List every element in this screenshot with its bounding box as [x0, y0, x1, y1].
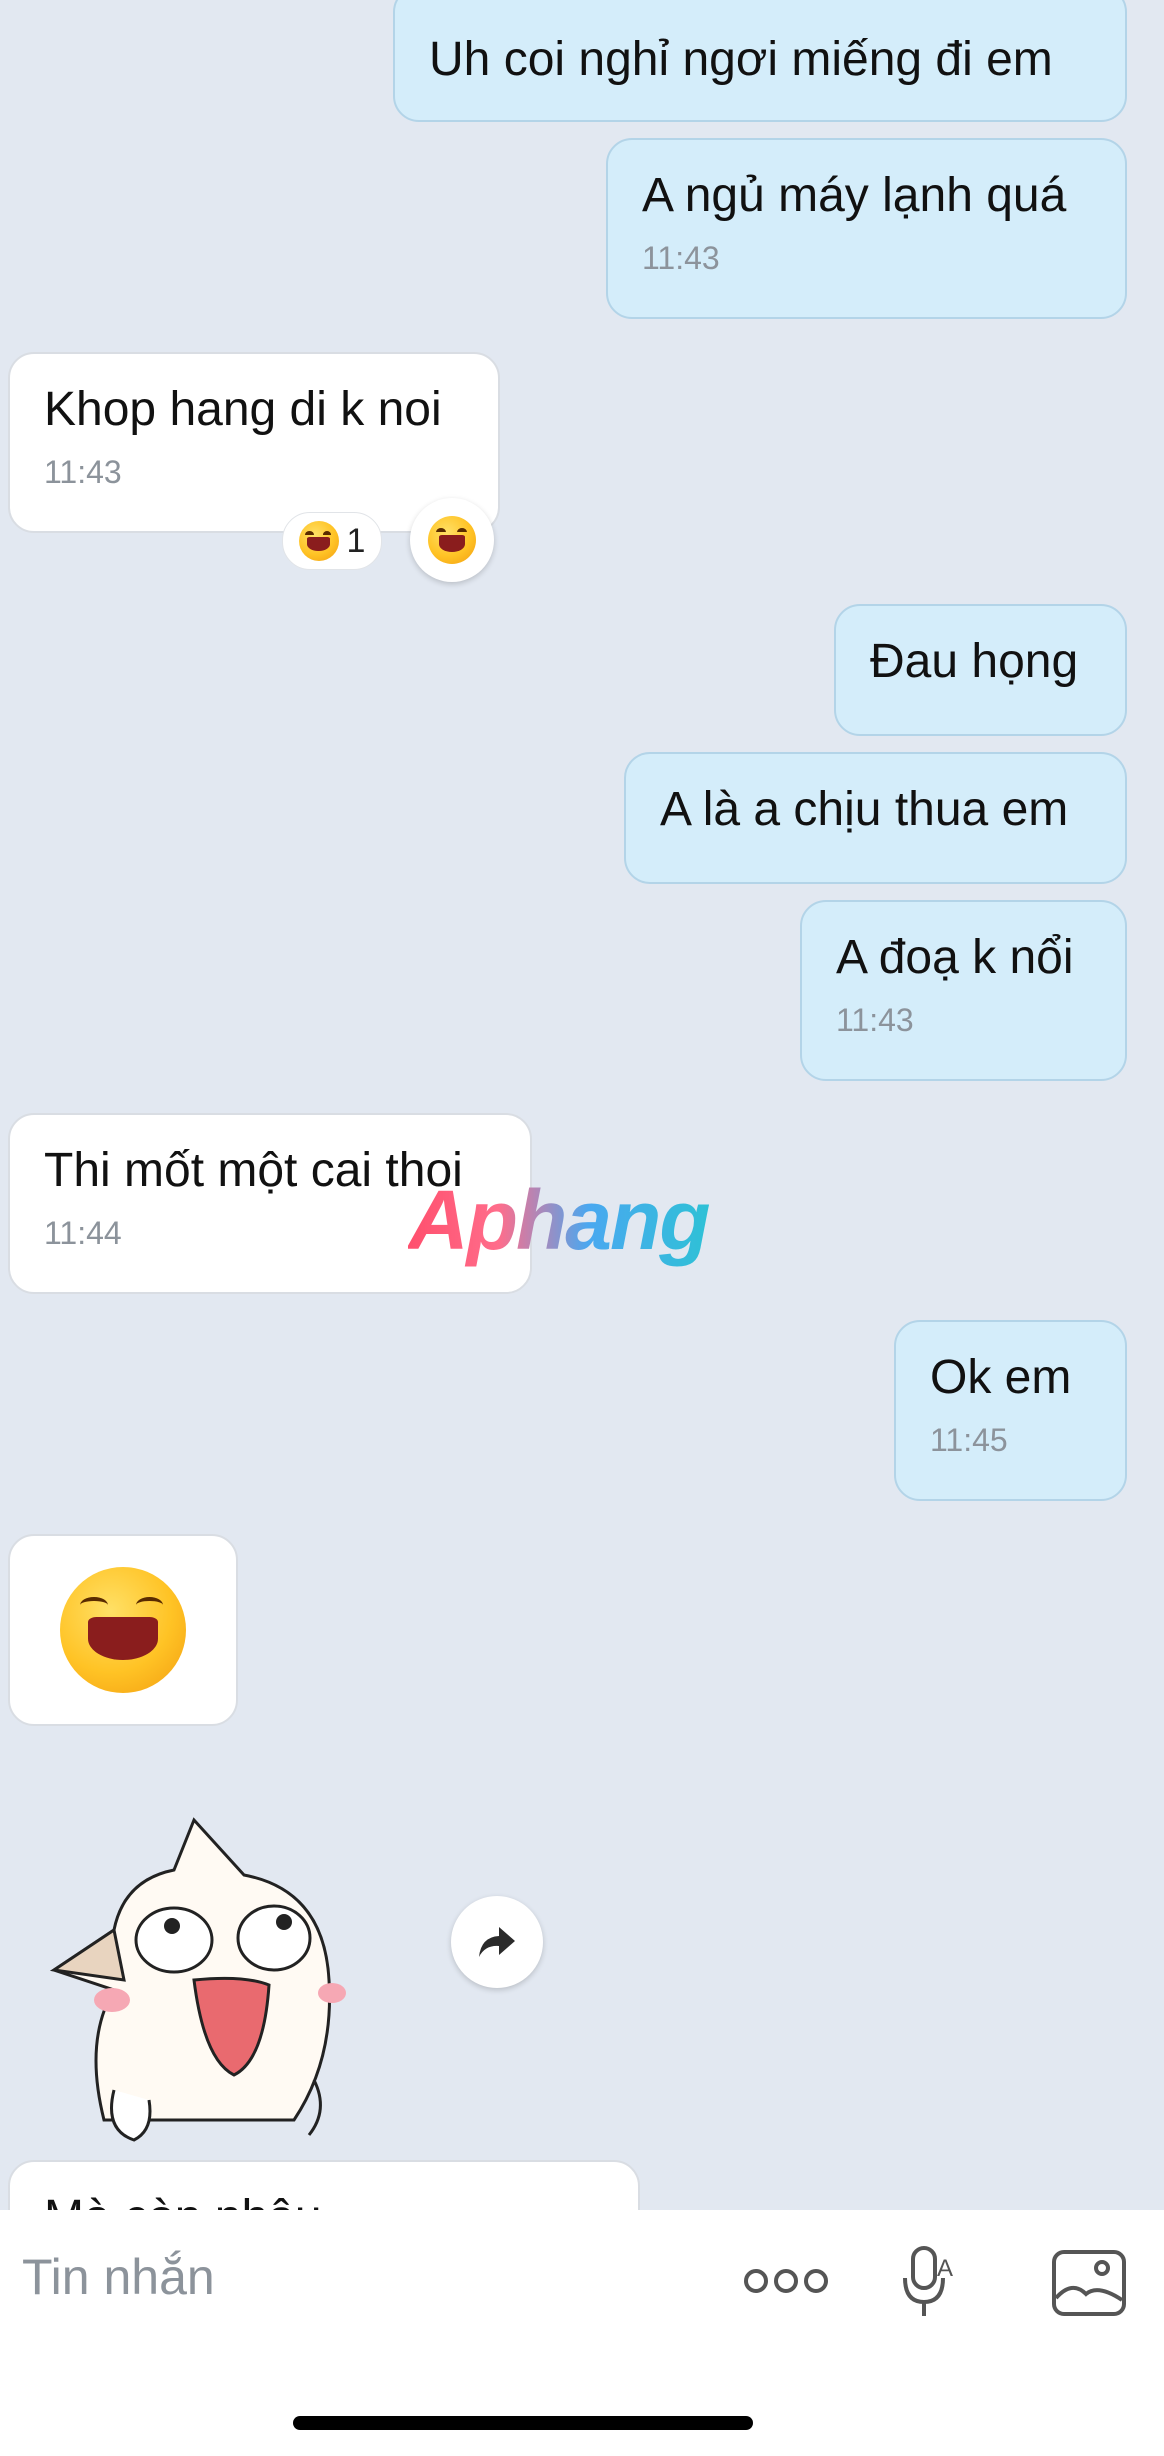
forward-arrow-icon: [479, 1927, 515, 1957]
message-text: Ok em: [930, 1351, 1072, 1404]
emoji-message[interactable]: [8, 1534, 238, 1726]
chat-area[interactable]: Uh coi nghỉ ngơi miếng đi em A ngủ máy l…: [0, 0, 1164, 2210]
message-bubble-outgoing[interactable]: A ngủ máy lạnh quá 11:43: [606, 138, 1127, 319]
message-text: Mà còn nhậu: [44, 2188, 604, 2210]
forward-button[interactable]: [451, 1896, 543, 1988]
message-bubble-outgoing[interactable]: Ok em 11:45: [894, 1320, 1127, 1501]
message-bubble-outgoing[interactable]: A đoạ k nổi 11:43: [800, 900, 1127, 1081]
message-time: 11:45: [930, 1422, 1008, 1458]
message-time: 11:43: [44, 454, 122, 490]
message-time: 11:43: [836, 1002, 914, 1038]
reaction-count: 1: [346, 521, 366, 560]
svg-text:A: A: [937, 2255, 953, 2282]
image-gallery-icon[interactable]: [1052, 2250, 1126, 2316]
message-text: Uh coi nghỉ ngơi miếng đi em: [429, 33, 1053, 86]
message-text: A là a chịu thua em: [660, 783, 1069, 836]
message-bubble-outgoing[interactable]: A là a chịu thua em: [624, 752, 1127, 884]
message-text: Khop hang di k noi: [44, 383, 442, 436]
message-text: A ngủ máy lạnh quá: [642, 169, 1067, 222]
sticker-message[interactable]: [44, 1790, 364, 2146]
message-bubble-incoming[interactable]: Mà còn nhậu: [8, 2160, 640, 2210]
message-text: A đoạ k nổi: [836, 931, 1074, 984]
watermark-logo: Aphang: [408, 1173, 711, 1267]
message-input[interactable]: Tin nhắn: [22, 2248, 215, 2306]
message-time: 11:43: [642, 240, 720, 276]
voice-to-text-icon[interactable]: A: [903, 2246, 959, 2318]
home-indicator: [293, 2416, 753, 2430]
message-bubble-outgoing[interactable]: Đau họng: [834, 604, 1127, 736]
laughing-emoji-icon: [428, 516, 476, 564]
message-bubble-outgoing[interactable]: Uh coi nghỉ ngơi miếng đi em: [393, 0, 1127, 122]
reaction-summary[interactable]: 1: [282, 512, 382, 570]
laughing-emoji-icon: [298, 521, 339, 561]
message-text: Đau họng: [870, 635, 1079, 688]
react-button[interactable]: [410, 498, 494, 582]
laughing-emoji-icon: [60, 1567, 186, 1693]
more-dots-icon[interactable]: [744, 2266, 828, 2296]
